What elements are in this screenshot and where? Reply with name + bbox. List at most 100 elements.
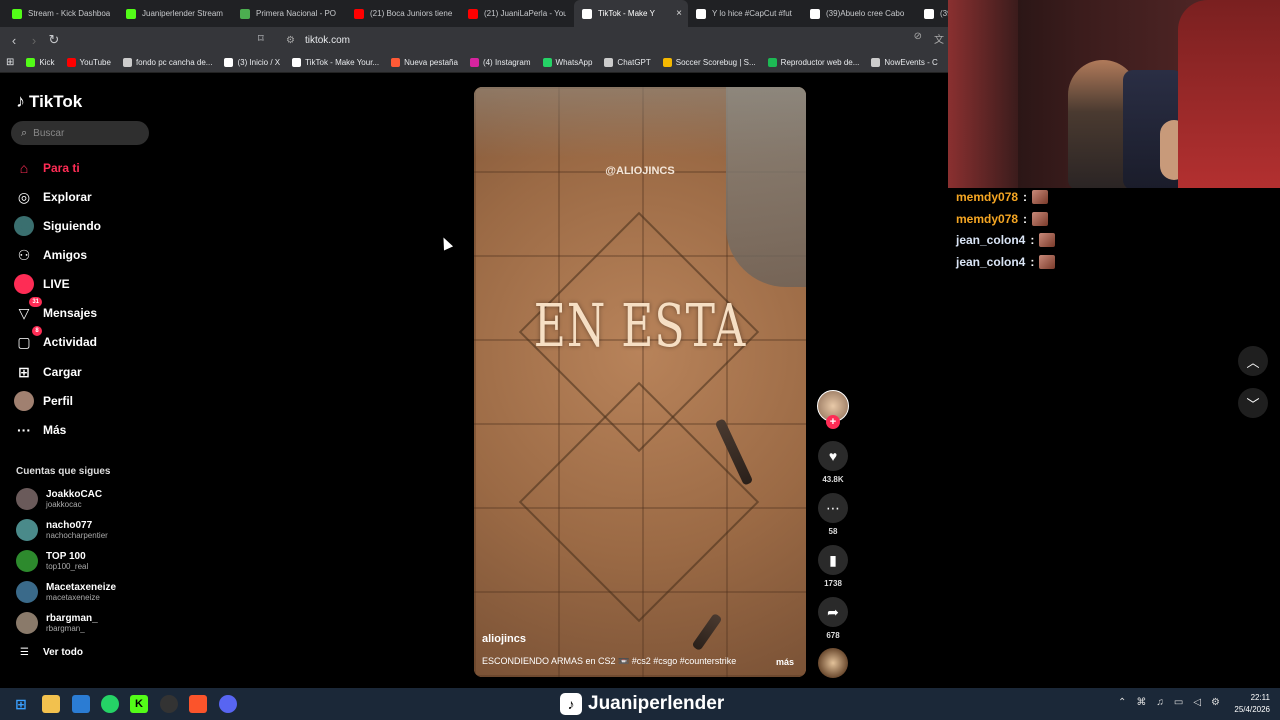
translate-icon[interactable]: 文	[934, 31, 944, 46]
network-icon[interactable]: ⌘	[1136, 697, 1146, 708]
back-icon[interactable]: ‹	[4, 33, 24, 48]
bookmark-item[interactable]: fondo pc cancha de...	[122, 58, 212, 67]
scroll-up-button[interactable]: ︿	[1238, 346, 1268, 376]
tiktok-logo[interactable]: ♪ TikTok	[16, 91, 82, 112]
bookmark-item[interactable]: Soccer Scorebug | S...	[662, 58, 756, 67]
logo-text: TikTok	[29, 91, 83, 111]
followed-account[interactable]: rbargman_ rbargman_	[16, 612, 98, 634]
browser-tab[interactable]: Juaniperlender Stream	[118, 0, 232, 27]
save-button[interactable]: ▮ 1738	[818, 545, 848, 588]
bookmark-item[interactable]: Nueva pestaña	[391, 58, 458, 67]
nav-item-siguiendo[interactable]: ● Siguiendo	[14, 216, 101, 236]
video-author[interactable]: aliojincs	[482, 633, 526, 645]
windows-start-icon[interactable]: ⊞	[12, 695, 30, 713]
comment-button[interactable]: ⋯ 58	[818, 493, 848, 536]
bookmark-item[interactable]: ChatGPT	[604, 58, 651, 67]
whatsapp-icon[interactable]	[101, 695, 119, 713]
address-bar: ‹ › ↻ ⌑ ⚙ tiktok.com ⊘ 文	[0, 27, 948, 53]
tiktok-note-icon: ♪	[16, 91, 25, 111]
reader-icon[interactable]: ⊘	[914, 31, 922, 46]
upload-icon: ⊞	[18, 363, 30, 380]
browser-tab[interactable]: Stream - Kick Dashboa	[4, 0, 118, 27]
more-button[interactable]: más	[776, 657, 794, 667]
mic-icon[interactable]: ♫	[1156, 697, 1164, 708]
account-name: JoakkoCAC	[46, 488, 103, 500]
tab-label: TikTok - Make Y	[598, 9, 655, 18]
bookmark-item[interactable]: Kick	[26, 58, 55, 67]
reload-icon[interactable]: ↻	[44, 32, 64, 48]
kick-icon[interactable]: K	[130, 695, 148, 713]
bookmark-item[interactable]: (3) Inicio / X	[224, 58, 280, 67]
discord-icon[interactable]	[219, 695, 237, 713]
comment-count: 58	[828, 527, 838, 536]
tiktok-icon	[582, 8, 592, 19]
nav-item-live[interactable]: ● LIVE	[14, 274, 70, 294]
browser-tab[interactable]: (39)Abuelo cree Cabo	[802, 0, 916, 27]
app-icon[interactable]	[72, 695, 90, 713]
bookmark-label: YouTube	[79, 58, 111, 67]
nav-label: Explorar	[43, 190, 92, 204]
nav-item-cargar[interactable]: ⊞ Cargar	[14, 362, 82, 382]
browser-tab[interactable]: Primera Nacional - PO	[232, 0, 346, 27]
avatar	[16, 581, 38, 603]
bookmark-item[interactable]: WhatsApp	[542, 58, 592, 67]
site-info-icon[interactable]: ⚙	[286, 35, 295, 46]
clock[interactable]: 22:11 25/4/2026	[1234, 692, 1270, 716]
browser-tab[interactable]: Y lo hice #CapCut #fut	[688, 0, 802, 27]
tray-chevron-icon[interactable]: ⌃	[1118, 697, 1126, 708]
bookmark-item[interactable]: YouTube	[66, 58, 111, 67]
chat-emote-icon	[1039, 254, 1056, 269]
volume-icon[interactable]: ◁	[1193, 697, 1201, 708]
tiktok-icon	[924, 8, 934, 19]
following-title: Cuentas que sigues	[16, 466, 111, 477]
bookmark-item[interactable]: NowEvents - C	[871, 58, 938, 67]
bookmark-item[interactable]: (4) Instagram	[469, 58, 531, 67]
account-name: rbargman_	[46, 612, 98, 624]
music-disc-icon[interactable]	[818, 648, 848, 678]
bookmark-icon[interactable]: ⌑	[258, 32, 264, 45]
apps-icon[interactable]: ⊞	[6, 57, 14, 68]
nav-item-perfil[interactable]: ● Perfil	[14, 391, 73, 411]
nav-item-actividad[interactable]: ▢ 8 Actividad	[14, 326, 97, 352]
nav-item-mensajes[interactable]: ▽ 31 Mensajes	[14, 297, 98, 323]
nav-item-más[interactable]: ··· Más	[14, 420, 66, 440]
file-explorer-icon[interactable]	[42, 695, 60, 713]
more-icon: ···	[17, 422, 31, 438]
nav-label: LIVE	[43, 277, 70, 291]
chat-separator: :	[1030, 254, 1035, 269]
share-button[interactable]: ➦ 678	[818, 597, 848, 640]
tiktok-icon: ♪	[560, 693, 582, 715]
settings-icon[interactable]: ⚙	[1211, 697, 1220, 708]
followed-account[interactable]: JoakkoCAC joakkocac	[16, 488, 102, 510]
nav-label: Mensajes	[43, 306, 98, 320]
followed-account[interactable]: TOP 100 top100_real	[16, 550, 88, 572]
heart-icon: ♥	[818, 441, 848, 471]
bookmark-item[interactable]: Reproductor web de...	[767, 58, 859, 67]
url-field[interactable]: ⚙ tiktok.com	[286, 31, 350, 49]
close-tab-icon[interactable]: ×	[676, 8, 682, 19]
see-all-button[interactable]: ☰ Ver todo	[20, 647, 83, 658]
brave-icon[interactable]	[189, 695, 207, 713]
browser-tab[interactable]: (21) Boca Juniors tiene	[346, 0, 460, 27]
webcam-overlay	[948, 0, 1280, 188]
follow-plus-icon[interactable]: +	[826, 415, 840, 429]
bookmark-item[interactable]: TikTok - Make Your...	[292, 58, 379, 67]
nav-item-amigos[interactable]: ⚇ Amigos	[14, 245, 87, 265]
nav-item-para-ti[interactable]: ⌂ Para ti	[14, 158, 80, 178]
followed-account[interactable]: Macetaxeneize macetaxeneize	[16, 581, 116, 603]
followed-account[interactable]: nacho077 nachocharpentier	[16, 519, 108, 541]
monitor-icon[interactable]: ▭	[1174, 697, 1183, 708]
obs-icon[interactable]	[160, 695, 178, 713]
bookmark-favicon-icon	[604, 58, 614, 67]
browser-tab[interactable]: (39	[916, 0, 948, 27]
scroll-down-button[interactable]: ﹀	[1238, 388, 1268, 418]
chat-username: jean_colon4	[956, 254, 1026, 269]
browser-tab[interactable]: TikTok - Make Y ×	[574, 0, 688, 27]
forward-icon[interactable]: ›	[24, 33, 44, 48]
search-input[interactable]: ⌕ Buscar	[11, 121, 149, 145]
browser-tab[interactable]: (21) JuaniLaPerla - You	[460, 0, 574, 27]
video-player[interactable]: @ALIOJINCS EN ESTA aliojincs ESCONDIENDO…	[474, 87, 806, 677]
like-button[interactable]: ♥ 43.8K	[818, 441, 848, 484]
nav-item-explorar[interactable]: ◎ Explorar	[14, 187, 92, 207]
bookmark-favicon-icon	[662, 58, 672, 67]
